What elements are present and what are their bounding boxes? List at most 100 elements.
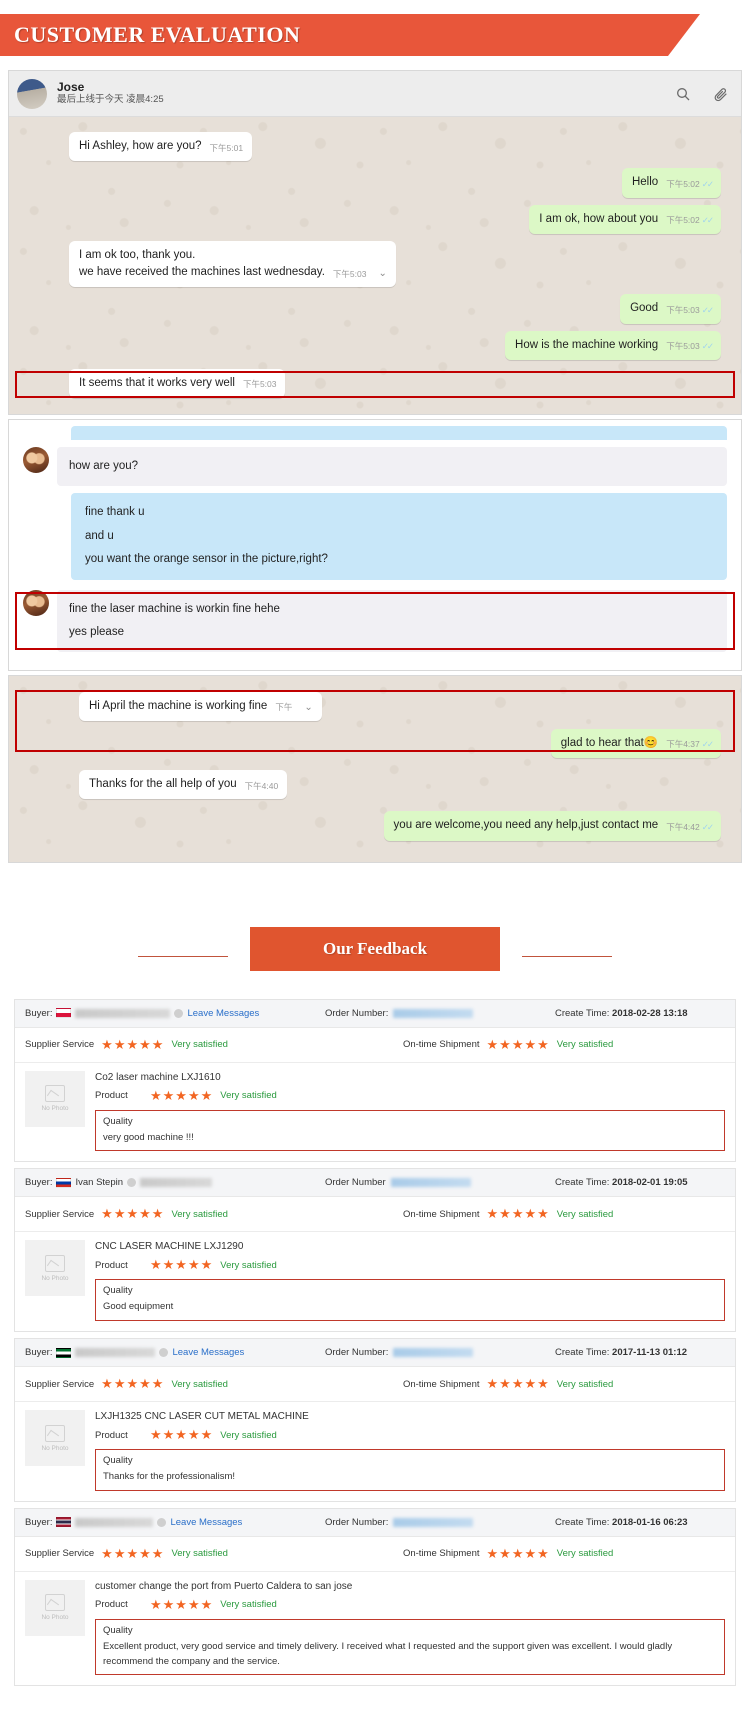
no-photo-placeholder: No Photo (25, 1410, 85, 1467)
supplier-service-rating: Supplier Service ★★★★★ Very satisfied (25, 1376, 228, 1392)
message-bubble: Hello 下午5:02 ✓✓ (621, 168, 721, 198)
product-rating: Product ★★★★★ Very satisfied (95, 1257, 725, 1273)
chevron-down-icon[interactable]: ⌄ (304, 700, 312, 715)
message-bubble: Good 下午5:03 ✓✓ (620, 294, 721, 324)
leave-messages-link[interactable]: Leave Messages (172, 1347, 244, 1358)
no-photo-label: No Photo (41, 1614, 69, 1622)
rating-text: Very satisfied (171, 1039, 228, 1051)
quality-label: Quality (103, 1624, 133, 1636)
message-row: you are welcome,you need any help,just c… (21, 811, 729, 841)
feedback-card: Buyer: Ivan Stepin Order Number Create T… (14, 1168, 736, 1333)
on-time-shipment-label: On-time Shipment (402, 1548, 480, 1560)
supplier-service-label: Supplier Service (25, 1208, 95, 1220)
star-rating-icon: ★★★★★ (150, 1596, 214, 1612)
order-number-label: Order Number (325, 1177, 386, 1189)
quality-label: Quality (103, 1455, 133, 1467)
read-ticks-icon: ✓✓ (701, 178, 714, 189)
message-text: Good (630, 302, 659, 315)
star-rating-icon: ★★★★★ (101, 1036, 165, 1052)
quality-review-text: very good machine !!! (103, 1131, 194, 1143)
quality-label: Quality (103, 1285, 133, 1297)
create-time-value: 2018-02-28 13:18 (612, 1007, 688, 1019)
buyer-label: Buyer: (25, 1177, 53, 1189)
image-icon (45, 1254, 65, 1272)
image-icon (45, 1424, 65, 1442)
message-bubble-highlighted: fine the laser machine is workin fine he… (57, 589, 727, 652)
chat-messages-3: Hi April the machine is working fine 下午 … (9, 675, 741, 862)
order-number-redacted (393, 1008, 474, 1018)
product-name: CNC LASER MACHINE LXJ1290 (95, 1241, 244, 1253)
read-ticks-icon: ✓✓ (701, 739, 714, 750)
chat-header: Jose 最后上线于今天 凌晨4:25 (9, 71, 741, 117)
product-name: LXJH1325 CNC LASER CUT METAL MACHINE (95, 1411, 309, 1423)
buyer-name-redacted (75, 1008, 171, 1018)
message-text: you are welcome,you need any help,just c… (393, 819, 659, 832)
card-ratings: Supplier Service ★★★★★ Very satisfied On… (15, 1197, 735, 1233)
message-time: 下午5:03 (332, 268, 367, 279)
message-time: 下午5:03 ✓✓ (666, 341, 714, 351)
message-time: 下午4:40 (244, 780, 279, 791)
message-row: Hello 下午5:02 ✓✓ (21, 168, 729, 198)
message-bubble: I am ok too, thank you. we have received… (69, 240, 396, 288)
message-row: Hi April the machine is working fine 下午 … (21, 691, 729, 721)
message-row: Hi Ashley, how are you? 下午5:01 (21, 132, 729, 162)
no-photo-placeholder: No Photo (25, 1240, 85, 1297)
product-rating: Product ★★★★★ Very satisfied (95, 1088, 725, 1104)
search-icon[interactable] (675, 86, 691, 102)
read-ticks-icon: ✓✓ (701, 341, 714, 351)
paperclip-icon[interactable] (713, 86, 729, 102)
leave-messages-link[interactable]: Leave Messages (170, 1517, 242, 1528)
rating-text: Very satisfied (556, 1378, 614, 1390)
messenger-chat-panel: how are you? fine thank u and u you want… (8, 419, 742, 671)
message-text: glad to hear that😊 (560, 736, 659, 749)
message-bubble-highlighted: It seems that it works very well 下午5:03 (69, 368, 286, 398)
chevron-down-icon[interactable]: ⌄ (378, 266, 386, 281)
section-title: Our Feedback (250, 926, 500, 971)
country-flag-icon (56, 1347, 72, 1358)
message-bubble: I am ok, how about you 下午5:02 ✓✓ (529, 204, 721, 234)
rating-text: Very satisfied (171, 1548, 228, 1560)
divider-right (522, 955, 612, 958)
feedback-card: Buyer: Leave Messages Order Number: Crea… (14, 1338, 736, 1502)
message-bubble: How is the machine working 下午5:03 ✓✓ (505, 330, 721, 360)
buyer-name: Ivan Stepin (75, 1177, 124, 1189)
message-row: I am ok, how about you 下午5:02 ✓✓ (21, 204, 729, 234)
message-bubble: fine thank u and u you want the orange s… (71, 493, 727, 580)
supplier-service-rating: Supplier Service ★★★★★ Very satisfied (25, 1037, 228, 1053)
leave-messages-link[interactable]: Leave Messages (187, 1008, 259, 1019)
order-number-label: Order Number: (325, 1347, 389, 1359)
order-number-label: Order Number: (325, 1516, 389, 1528)
product-label: Product (95, 1259, 128, 1271)
message-bubble-highlighted: Hi April the machine is working fine 下午 … (79, 691, 322, 721)
image-icon (45, 1594, 65, 1612)
message-row: fine the laser machine is workin fine he… (23, 589, 727, 652)
message-row: how are you? (23, 447, 727, 486)
supplier-service-rating: Supplier Service ★★★★★ Very satisfied (25, 1206, 228, 1222)
create-time-label: Create Time: (555, 1177, 610, 1189)
card-ratings: Supplier Service ★★★★★ Very satisfied On… (15, 1367, 735, 1403)
contact-name: Jose (57, 80, 85, 95)
supplier-service-label: Supplier Service (25, 1039, 95, 1051)
on-time-shipment-rating: On-time Shipment ★★★★★ Very satisfied (403, 1546, 613, 1562)
message-text: Hello (631, 176, 659, 189)
leave-messages-redacted[interactable] (140, 1178, 213, 1188)
message-bubble: how are you? (57, 447, 727, 486)
message-row: It seems that it works very well 下午5:03 (21, 368, 729, 398)
feedback-card: Buyer: Leave Messages Order Number: Crea… (14, 1507, 736, 1687)
message-time: 下午4:37 ✓✓ (666, 739, 714, 750)
on-time-shipment-label: On-time Shipment (402, 1378, 480, 1390)
rating-text: Very satisfied (220, 1259, 277, 1271)
create-time-value: 2018-02-01 19:05 (612, 1177, 688, 1189)
product-rating: Product ★★★★★ Very satisfied (95, 1597, 725, 1613)
contact-status: 最后上线于今天 凌晨4:25 (57, 93, 164, 105)
divider-left (138, 955, 228, 958)
create-time-label: Create Time: (555, 1007, 610, 1019)
star-rating-icon: ★★★★★ (101, 1206, 165, 1222)
avatar (23, 447, 49, 473)
on-time-shipment-rating: On-time Shipment ★★★★★ Very satisfied (403, 1206, 613, 1222)
message-text: I am ok too, thank you. we have received… (79, 248, 325, 278)
rating-text: Very satisfied (556, 1039, 614, 1051)
message-bubble: you are welcome,you need any help,just c… (383, 811, 721, 841)
product-label: Product (95, 1599, 128, 1611)
rating-text: Very satisfied (556, 1548, 614, 1560)
